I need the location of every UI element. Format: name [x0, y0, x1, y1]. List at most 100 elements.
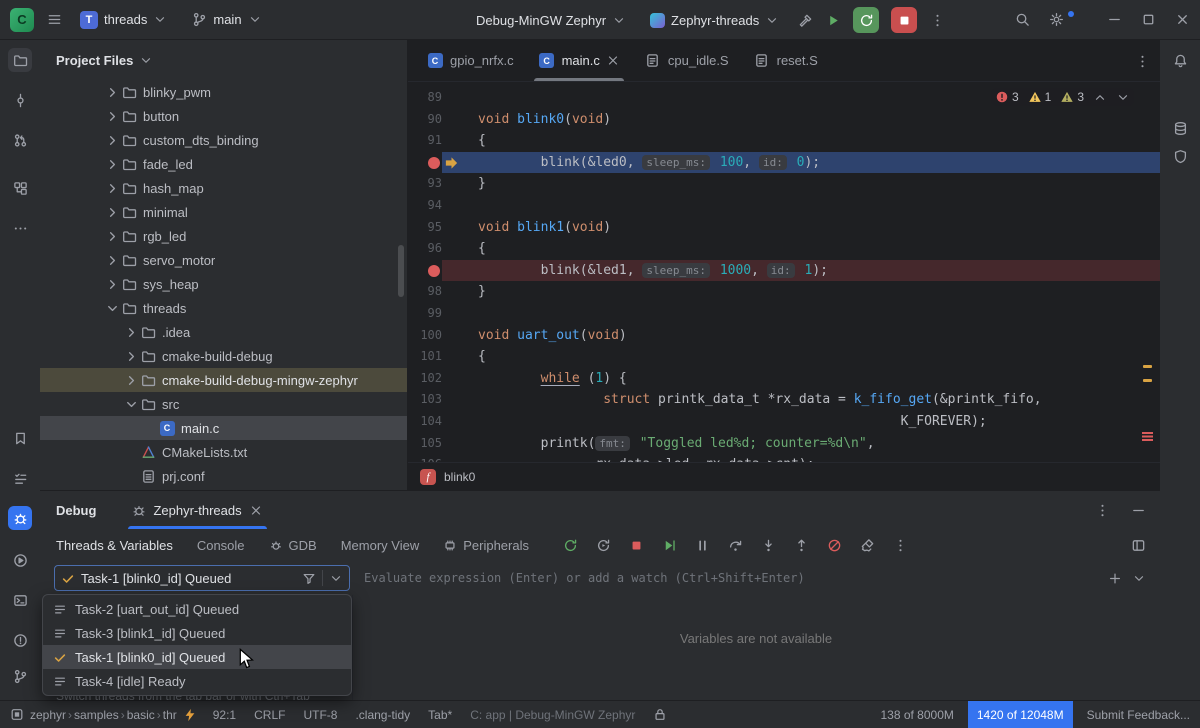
add-watch-icon[interactable]	[1108, 571, 1122, 585]
close-icon[interactable]	[249, 503, 263, 517]
debug-tab-gdb[interactable]: GDB	[269, 538, 317, 553]
problems-tool-icon[interactable]	[8, 628, 32, 652]
restart-icon[interactable]	[596, 537, 612, 553]
prev-problem-icon[interactable]	[1093, 90, 1107, 104]
more-debug-actions-icon[interactable]	[893, 537, 909, 553]
tree-item[interactable]: minimal	[40, 200, 407, 224]
code-line[interactable]: blink(&led0, sleep_ms: 100, id: 0);	[408, 152, 1160, 174]
tree-item[interactable]: custom_dts_binding	[40, 128, 407, 152]
tree-item[interactable]: cmake-build-debug	[40, 344, 407, 368]
tree-item[interactable]: sys_heap	[40, 272, 407, 296]
todo-tool-icon[interactable]	[8, 466, 32, 490]
debug-tab-peripherals[interactable]: Peripherals	[443, 538, 529, 553]
pane-divider[interactable]	[352, 595, 353, 700]
close-window-icon[interactable]	[1174, 12, 1190, 28]
tree-item[interactable]: Cmain.c	[40, 416, 407, 440]
git-tool-icon[interactable]	[8, 664, 32, 688]
search-icon[interactable]	[1014, 12, 1030, 28]
debug-session-tab[interactable]: Zephyr-threads	[122, 491, 272, 529]
code-line[interactable]: 91{	[408, 130, 1160, 152]
more-actions-icon[interactable]	[929, 12, 945, 28]
scrollbar-error-mark[interactable]	[1142, 432, 1153, 441]
code-line[interactable]: blink(&led1, sleep_ms: 1000, id: 1);	[408, 260, 1160, 282]
thread-dropdown-item[interactable]: Task-2 [uart_out_id] Queued	[43, 597, 351, 621]
terminal-tool-icon[interactable]	[8, 588, 32, 612]
tree-item[interactable]: fade_led	[40, 152, 407, 176]
tree-item[interactable]: CMakeLists.txt	[40, 440, 407, 464]
editor-tab[interactable]: cpu_idle.S	[632, 40, 741, 81]
editor-tab[interactable]: Cmain.c	[526, 40, 632, 81]
project-tool-icon[interactable]	[8, 48, 32, 72]
inspections-widget[interactable]: 3 1 3	[991, 88, 1134, 106]
notifications-icon[interactable]	[1168, 48, 1192, 72]
layout-settings-icon[interactable]	[1130, 537, 1146, 553]
tree-item[interactable]: cmake-build-debug-mingw-zephyr	[40, 368, 407, 392]
code-line[interactable]: 102 while (1) {	[408, 368, 1160, 390]
chevron-right-icon[interactable]	[123, 325, 139, 339]
memory-indicator-2[interactable]: 1420 of 12048M	[968, 701, 1073, 728]
filter-icon[interactable]	[302, 571, 316, 585]
code-line[interactable]: 106 rx_data->led, rx_data->cnt);	[408, 454, 1160, 462]
chevron-right-icon[interactable]	[104, 277, 120, 291]
minimize-icon[interactable]	[1106, 12, 1122, 28]
chevron-right-icon[interactable]	[123, 349, 139, 363]
rerun-button[interactable]	[853, 7, 879, 33]
chevron-down-icon[interactable]	[104, 301, 120, 315]
tree-item[interactable]: prj.conf	[40, 464, 407, 488]
code-line[interactable]: 98}	[408, 281, 1160, 303]
chevron-right-icon[interactable]	[104, 205, 120, 219]
debug-run-icon[interactable]	[825, 12, 841, 28]
breadcrumb-item[interactable]: thr	[163, 708, 177, 722]
code-line[interactable]: 105 printk(fmt: "Toggled led%d; counter=…	[408, 433, 1160, 455]
more-tools-icon[interactable]	[8, 216, 32, 240]
chevron-right-icon[interactable]	[104, 253, 120, 267]
breadcrumb-item[interactable]: zephyr	[30, 708, 66, 722]
stop-button[interactable]	[891, 7, 917, 33]
tree-item[interactable]: button	[40, 104, 407, 128]
thread-dropdown-item[interactable]: Task-4 [idle] Ready	[43, 669, 351, 693]
debug-session-selector[interactable]: Zephyr-threads	[644, 9, 785, 32]
chevron-down-icon[interactable]	[1132, 571, 1146, 585]
debug-tab-memory-view[interactable]: Memory View	[341, 538, 420, 553]
pull-requests-tool-icon[interactable]	[8, 128, 32, 152]
services-tool-icon[interactable]	[8, 548, 32, 572]
tree-item[interactable]: blinky_pwm	[40, 80, 407, 104]
debug-tool-icon[interactable]	[8, 506, 32, 530]
chevron-down-icon[interactable]	[123, 397, 139, 411]
code-line[interactable]: 94	[408, 195, 1160, 217]
caret-position[interactable]: 92:1	[213, 708, 236, 722]
commit-tool-icon[interactable]	[8, 88, 32, 112]
evaluate-expression-input[interactable]: Evaluate expression (Enter) or add a wat…	[364, 571, 1108, 585]
run-config-selector[interactable]: Debug-MinGW Zephyr	[470, 9, 632, 32]
status-breadcrumb[interactable]: zephyr›samples›basic›thr	[10, 708, 197, 722]
code-line[interactable]: 100void uart_out(void)	[408, 325, 1160, 347]
step-out-icon[interactable]	[794, 537, 810, 553]
main-menu-icon[interactable]	[46, 12, 62, 28]
breakpoint-icon[interactable]	[428, 265, 440, 277]
tab-options-icon[interactable]	[1134, 53, 1150, 69]
tree-item[interactable]: threads	[40, 296, 407, 320]
submit-feedback-link[interactable]: Submit Feedback...	[1087, 708, 1190, 722]
code-line[interactable]: 103 struct printk_data_t *rx_data = k_fi…	[408, 389, 1160, 411]
code-line[interactable]: 95void blink1(void)	[408, 217, 1160, 239]
branch-widget[interactable]: main	[185, 8, 267, 32]
memory-indicator[interactable]: 138 of 8000M	[880, 708, 953, 722]
stop-icon[interactable]	[629, 537, 645, 553]
chevron-right-icon[interactable]	[104, 109, 120, 123]
editor-tab[interactable]: reset.S	[741, 40, 830, 81]
breadcrumb-item[interactable]: basic	[127, 708, 155, 722]
step-into-icon[interactable]	[761, 537, 777, 553]
thread-selector-combo[interactable]: Task-1 [blink0_id] Queued	[54, 565, 350, 591]
debug-options-icon[interactable]	[1094, 502, 1110, 518]
project-panel-header[interactable]: Project Files	[40, 40, 407, 80]
maximize-icon[interactable]	[1140, 12, 1156, 28]
debug-tab-console[interactable]: Console	[197, 538, 245, 553]
chevron-right-icon[interactable]	[104, 85, 120, 99]
tree-item[interactable]: hash_map	[40, 176, 407, 200]
file-encoding[interactable]: UTF-8	[303, 708, 337, 722]
code-line[interactable]: 99	[408, 303, 1160, 325]
code-line[interactable]: 96{	[408, 238, 1160, 260]
thread-dropdown-item[interactable]: Task-3 [blink1_id] Queued	[43, 621, 351, 645]
chevron-right-icon[interactable]	[104, 181, 120, 195]
project-scrollbar[interactable]	[398, 245, 404, 297]
